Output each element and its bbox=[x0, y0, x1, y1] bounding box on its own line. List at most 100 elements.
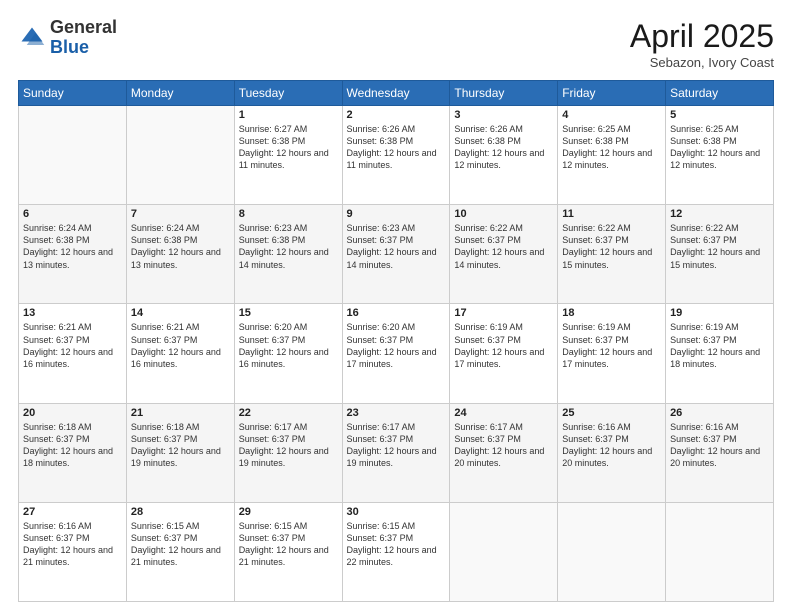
day-number: 10 bbox=[454, 208, 553, 220]
day-number: 19 bbox=[670, 307, 769, 319]
calendar-cell: 10 Sunrise: 6:22 AM Sunset: 6:37 PM Dayli… bbox=[450, 205, 558, 304]
calendar-cell: 2 Sunrise: 6:26 AM Sunset: 6:38 PM Daylig… bbox=[342, 106, 450, 205]
calendar-cell: 12Sunrise: 6:22 AM Sunset: 6:37 PM Dayli… bbox=[666, 205, 774, 304]
calendar-cell: 24 Sunrise: 6:17 AM Sunset: 6:37 PM Dayli… bbox=[450, 403, 558, 502]
calendar-row-4: 20 Sunrise: 6:18 AM Sunset: 6:37 PM Dayli… bbox=[19, 403, 774, 502]
day-info: Sunrise: 6:23 AM Sunset: 6:37 PM Dayligh… bbox=[347, 222, 446, 271]
day-number: 28 bbox=[131, 506, 230, 518]
day-number: 23 bbox=[347, 407, 446, 419]
calendar-cell: 17 Sunrise: 6:19 AM Sunset: 6:37 PM Dayli… bbox=[450, 304, 558, 403]
logo: General Blue bbox=[18, 18, 117, 58]
day-info: Sunrise: 6:18 AM Sunset: 6:37 PM Dayligh… bbox=[23, 421, 122, 470]
day-info: Sunrise: 6:20 AM Sunset: 6:37 PM Dayligh… bbox=[347, 321, 446, 370]
logo-icon bbox=[18, 24, 46, 52]
day-number: 11 bbox=[562, 208, 661, 220]
day-number: 20 bbox=[23, 407, 122, 419]
day-info: Sunrise: 6:26 AM Sunset: 6:38 PM Dayligh… bbox=[347, 123, 446, 172]
day-number: 30 bbox=[347, 506, 446, 518]
day-info: Sunrise: 6:25 AM Sunset: 6:38 PM Dayligh… bbox=[670, 123, 769, 172]
day-info: Sunrise: 6:15 AM Sunset: 6:37 PM Dayligh… bbox=[131, 520, 230, 569]
calendar-cell: 22 Sunrise: 6:17 AM Sunset: 6:37 PM Dayli… bbox=[234, 403, 342, 502]
calendar-cell bbox=[666, 502, 774, 601]
calendar-cell: 16 Sunrise: 6:20 AM Sunset: 6:37 PM Dayli… bbox=[342, 304, 450, 403]
calendar-cell: 20 Sunrise: 6:18 AM Sunset: 6:37 PM Dayli… bbox=[19, 403, 127, 502]
calendar-cell bbox=[558, 502, 666, 601]
logo-blue: Blue bbox=[50, 37, 89, 57]
day-info: Sunrise: 6:27 AM Sunset: 6:38 PM Dayligh… bbox=[239, 123, 338, 172]
calendar-row-3: 13 Sunrise: 6:21 AM Sunset: 6:37 PM Dayli… bbox=[19, 304, 774, 403]
calendar-cell: 6 Sunrise: 6:24 AM Sunset: 6:38 PM Daylig… bbox=[19, 205, 127, 304]
calendar-cell bbox=[19, 106, 127, 205]
day-info: Sunrise: 6:19 AM Sunset: 6:37 PM Dayligh… bbox=[562, 321, 661, 370]
day-info: Sunrise: 6:15 AM Sunset: 6:37 PM Dayligh… bbox=[347, 520, 446, 569]
day-info: Sunrise: 6:25 AM Sunset: 6:38 PM Dayligh… bbox=[562, 123, 661, 172]
calendar-cell: 25 Sunrise: 6:16 AM Sunset: 6:37 PM Dayli… bbox=[558, 403, 666, 502]
day-number: 4 bbox=[562, 109, 661, 121]
header: General Blue April 2025 Sebazon, Ivory C… bbox=[18, 18, 774, 70]
calendar-cell: 23 Sunrise: 6:17 AM Sunset: 6:37 PM Dayli… bbox=[342, 403, 450, 502]
day-info: Sunrise: 6:17 AM Sunset: 6:37 PM Dayligh… bbox=[454, 421, 553, 470]
day-number: 25 bbox=[562, 407, 661, 419]
logo-text: General Blue bbox=[50, 18, 117, 58]
day-info: Sunrise: 6:16 AM Sunset: 6:37 PM Dayligh… bbox=[562, 421, 661, 470]
day-number: 18 bbox=[562, 307, 661, 319]
day-number: 8 bbox=[239, 208, 338, 220]
calendar-cell: 18 Sunrise: 6:19 AM Sunset: 6:37 PM Dayli… bbox=[558, 304, 666, 403]
day-info: Sunrise: 6:16 AM Sunset: 6:37 PM Dayligh… bbox=[670, 421, 769, 470]
calendar-cell: 13 Sunrise: 6:21 AM Sunset: 6:37 PM Dayli… bbox=[19, 304, 127, 403]
calendar-cell: 7 Sunrise: 6:24 AM Sunset: 6:38 PM Daylig… bbox=[126, 205, 234, 304]
day-info: Sunrise: 6:24 AM Sunset: 6:38 PM Dayligh… bbox=[23, 222, 122, 271]
day-number: 26 bbox=[670, 407, 769, 419]
col-friday: Friday bbox=[558, 81, 666, 106]
calendar-cell: 29Sunrise: 6:15 AM Sunset: 6:37 PM Dayli… bbox=[234, 502, 342, 601]
day-number: 13 bbox=[23, 307, 122, 319]
calendar-header-row: Sunday Monday Tuesday Wednesday Thursday… bbox=[19, 81, 774, 106]
day-info: Sunrise: 6:17 AM Sunset: 6:37 PM Dayligh… bbox=[239, 421, 338, 470]
day-number: 5 bbox=[670, 109, 769, 121]
calendar-cell: 11 Sunrise: 6:22 AM Sunset: 6:37 PM Dayli… bbox=[558, 205, 666, 304]
calendar-cell: 21Sunrise: 6:18 AM Sunset: 6:37 PM Dayli… bbox=[126, 403, 234, 502]
day-number: 2 bbox=[347, 109, 446, 121]
day-info: Sunrise: 6:19 AM Sunset: 6:37 PM Dayligh… bbox=[670, 321, 769, 370]
calendar-cell: 1 Sunrise: 6:27 AM Sunset: 6:38 PM Daylig… bbox=[234, 106, 342, 205]
calendar-table: Sunday Monday Tuesday Wednesday Thursday… bbox=[18, 80, 774, 602]
day-info: Sunrise: 6:24 AM Sunset: 6:38 PM Dayligh… bbox=[131, 222, 230, 271]
location: Sebazon, Ivory Coast bbox=[630, 55, 774, 70]
page: General Blue April 2025 Sebazon, Ivory C… bbox=[0, 0, 792, 612]
col-saturday: Saturday bbox=[666, 81, 774, 106]
day-number: 24 bbox=[454, 407, 553, 419]
calendar-cell: 5 Sunrise: 6:25 AM Sunset: 6:38 PM Daylig… bbox=[666, 106, 774, 205]
day-number: 14 bbox=[131, 307, 230, 319]
month-title: April 2025 bbox=[630, 18, 774, 55]
day-number: 3 bbox=[454, 109, 553, 121]
calendar-cell: 15Sunrise: 6:20 AM Sunset: 6:37 PM Dayli… bbox=[234, 304, 342, 403]
calendar-cell: 8Sunrise: 6:23 AM Sunset: 6:38 PM Daylig… bbox=[234, 205, 342, 304]
day-info: Sunrise: 6:21 AM Sunset: 6:37 PM Dayligh… bbox=[131, 321, 230, 370]
day-number: 17 bbox=[454, 307, 553, 319]
day-number: 9 bbox=[347, 208, 446, 220]
day-number: 12 bbox=[670, 208, 769, 220]
day-number: 21 bbox=[131, 407, 230, 419]
day-info: Sunrise: 6:22 AM Sunset: 6:37 PM Dayligh… bbox=[454, 222, 553, 271]
calendar-cell bbox=[450, 502, 558, 601]
day-number: 27 bbox=[23, 506, 122, 518]
calendar-cell: 30 Sunrise: 6:15 AM Sunset: 6:37 PM Dayli… bbox=[342, 502, 450, 601]
day-info: Sunrise: 6:21 AM Sunset: 6:37 PM Dayligh… bbox=[23, 321, 122, 370]
day-info: Sunrise: 6:20 AM Sunset: 6:37 PM Dayligh… bbox=[239, 321, 338, 370]
day-info: Sunrise: 6:17 AM Sunset: 6:37 PM Dayligh… bbox=[347, 421, 446, 470]
day-number: 7 bbox=[131, 208, 230, 220]
day-number: 22 bbox=[239, 407, 338, 419]
day-info: Sunrise: 6:19 AM Sunset: 6:37 PM Dayligh… bbox=[454, 321, 553, 370]
day-number: 1 bbox=[239, 109, 338, 121]
day-number: 6 bbox=[23, 208, 122, 220]
day-info: Sunrise: 6:15 AM Sunset: 6:37 PM Dayligh… bbox=[239, 520, 338, 569]
col-sunday: Sunday bbox=[19, 81, 127, 106]
day-info: Sunrise: 6:22 AM Sunset: 6:37 PM Dayligh… bbox=[562, 222, 661, 271]
col-monday: Monday bbox=[126, 81, 234, 106]
col-tuesday: Tuesday bbox=[234, 81, 342, 106]
day-number: 16 bbox=[347, 307, 446, 319]
logo-general: General bbox=[50, 17, 117, 37]
col-wednesday: Wednesday bbox=[342, 81, 450, 106]
calendar-row-2: 6 Sunrise: 6:24 AM Sunset: 6:38 PM Daylig… bbox=[19, 205, 774, 304]
calendar-row-1: 1 Sunrise: 6:27 AM Sunset: 6:38 PM Daylig… bbox=[19, 106, 774, 205]
